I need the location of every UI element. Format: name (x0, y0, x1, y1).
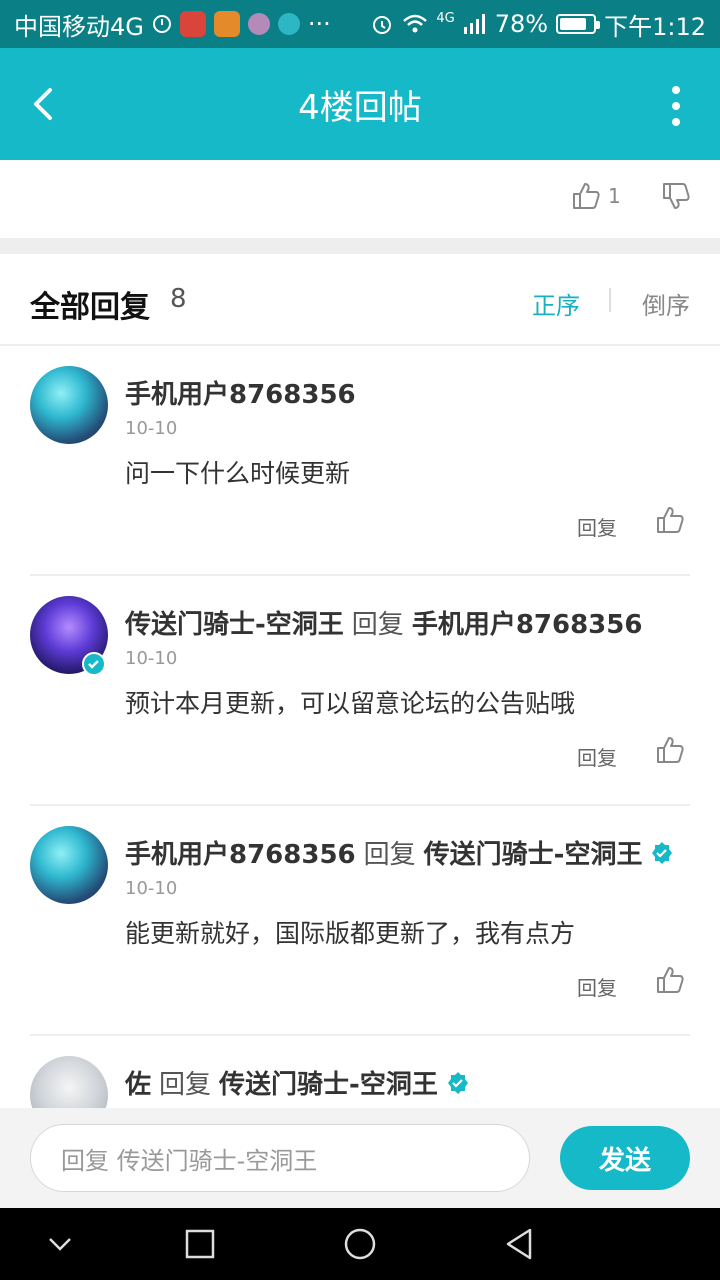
comment-date: 10-10 (125, 878, 178, 899)
recent-apps-icon[interactable] (182, 1226, 218, 1262)
comment-text: 能更新就好，国际版都更新了，我有点方 (125, 919, 576, 948)
network-type-label: 4G (436, 10, 455, 26)
section-divider (0, 238, 720, 254)
app-notification-icon (247, 13, 270, 35)
clock: 下午1:12 (604, 12, 706, 41)
reply-button[interactable]: 回复 (577, 512, 617, 541)
app-notification-icon (179, 11, 206, 37)
reply-connector: 回复 (363, 840, 416, 870)
reply-input[interactable]: 回复 传送门骑士-空洞王 (30, 1124, 530, 1192)
dislike-button[interactable] (660, 180, 692, 216)
sort-descending-tab[interactable]: 倒序 (642, 286, 690, 321)
avatar[interactable] (30, 1056, 108, 1108)
page-title: 4楼回帖 (298, 87, 422, 128)
wifi-icon (403, 14, 428, 33)
thumbs-up-icon[interactable] (654, 964, 686, 996)
reply-target[interactable]: 传送门骑士-空洞王 (424, 834, 643, 871)
app-notification-icon (213, 11, 240, 37)
comment-date: 10-10 (125, 648, 178, 669)
comment-author[interactable]: 手机用户8768356 (125, 834, 356, 871)
back-nav-icon[interactable] (502, 1226, 538, 1262)
carrier-label: 中国移动4G (14, 12, 144, 41)
timer-icon (152, 15, 171, 33)
verified-badge-icon (82, 652, 106, 676)
sort-divider (609, 288, 611, 312)
app-bar: 4楼回帖 (0, 48, 720, 160)
like-count: 1 (608, 184, 621, 208)
send-button[interactable]: 发送 (560, 1126, 690, 1190)
replies-header: 全部回复 8 正序 倒序 (0, 254, 720, 346)
avatar[interactable] (30, 366, 108, 444)
comment-item: 手机用户8768356 10-10 问一下什么时候更新 回复 (0, 346, 720, 576)
thumbs-up-icon[interactable] (654, 504, 686, 536)
vote-row: 1 (0, 160, 720, 240)
comment-text: 问一下什么时候更新 (125, 459, 351, 488)
comment-item: 传送门骑士-空洞王 回复 手机用户8768356 10-10 预计本月更新，可以… (0, 576, 720, 806)
alarm-icon (373, 16, 392, 34)
reply-target[interactable]: 手机用户8768356 (412, 604, 643, 641)
reply-connector: 回复 (351, 610, 404, 640)
reply-button[interactable]: 回复 (577, 742, 617, 771)
verified-icon (447, 1071, 468, 1094)
replies-count: 8 (170, 284, 187, 314)
app-notification-icon (277, 13, 300, 35)
reply-target[interactable]: 传送门骑士-空洞王 (219, 1064, 438, 1101)
comment-text: 预计本月更新，可以留意论坛的公告贴哦 (125, 689, 576, 718)
comment-author[interactable]: 手机用户8768356 (125, 374, 356, 411)
comment-date: 10-10 (125, 418, 178, 439)
system-nav-bar (0, 1208, 720, 1280)
comment-header: 手机用户8768356 回复 传送门骑士-空洞王 (125, 834, 705, 871)
more-notifications-icon: ··· (307, 10, 331, 38)
thumbs-up-icon[interactable] (654, 734, 686, 766)
comment-item: 手机用户8768356 回复 传送门骑士-空洞王 10-10 能更新就好，国际版… (0, 806, 720, 1036)
comment-header: 佐 回复 传送门骑士-空洞王 (125, 1064, 705, 1101)
battery-percent: 78% (494, 10, 549, 38)
signal-icon (463, 14, 485, 34)
comment-item: 佐 回复 传送门骑士-空洞王 (0, 1036, 720, 1108)
thumbs-down-icon (663, 183, 690, 209)
verified-icon (652, 841, 673, 864)
avatar[interactable] (30, 826, 108, 904)
like-button[interactable]: 1 (570, 180, 621, 212)
comment-author[interactable]: 传送门骑士-空洞王 (125, 604, 344, 641)
comment-author[interactable]: 佐 (125, 1064, 151, 1101)
comment-header: 手机用户8768356 (125, 374, 705, 411)
reply-input-bar: 回复 传送门骑士-空洞王 发送 (0, 1108, 720, 1208)
sort-ascending-tab[interactable]: 正序 (532, 286, 580, 321)
reply-connector: 回复 (159, 1070, 212, 1100)
back-arrow-icon[interactable] (24, 84, 64, 124)
battery-icon (556, 14, 601, 34)
replies-title: 全部回复 (30, 290, 150, 325)
hide-keyboard-icon[interactable] (42, 1226, 78, 1262)
more-options-icon[interactable] (668, 86, 684, 126)
reply-button[interactable]: 回复 (577, 972, 617, 1001)
thumbs-up-icon (573, 183, 600, 209)
comment-header: 传送门骑士-空洞王 回复 手机用户8768356 (125, 604, 705, 641)
home-icon[interactable] (342, 1226, 378, 1262)
status-bar: 中国移动4G ··· 4G 78% 下午1:12 (0, 0, 720, 48)
